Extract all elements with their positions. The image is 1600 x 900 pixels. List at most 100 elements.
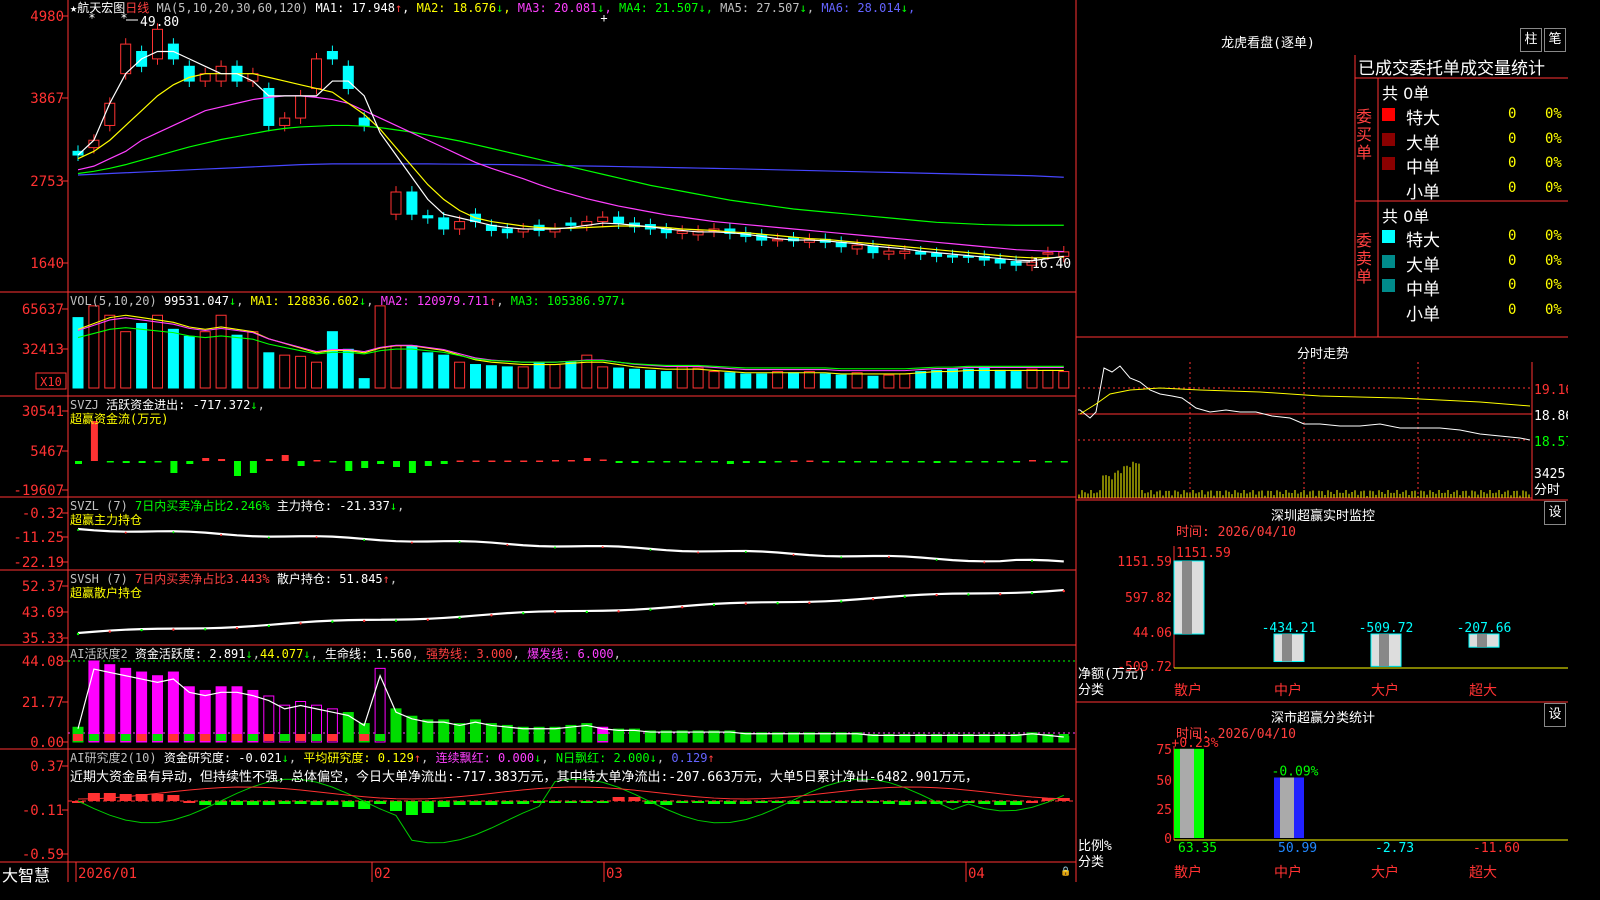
vol-ytick: 32413 (22, 342, 64, 358)
ai-research-bar (612, 797, 625, 801)
volume-bar (629, 368, 640, 389)
volume-bar (740, 373, 752, 389)
hold-dot (267, 536, 270, 539)
fundflow-bar (456, 460, 464, 462)
tick-mode-button[interactable]: 笔 (1544, 28, 1566, 52)
ai-research-bar (453, 801, 466, 805)
monitor-value-label: -509.72 (1359, 621, 1414, 636)
hold-dot (840, 556, 843, 559)
retail-dot (903, 595, 906, 598)
candle-body (295, 95, 307, 119)
volume-bar (1058, 371, 1070, 389)
fundflow-bar (329, 461, 337, 463)
candle-body (501, 228, 513, 234)
ai-research-bar (469, 801, 482, 805)
candle-body (263, 87, 275, 126)
sell-side-label: 委卖单 (1356, 231, 1373, 286)
monitor-bar-shade (1282, 634, 1292, 662)
ai-base-bar (693, 734, 704, 741)
ai-base-bar (597, 734, 608, 741)
fundflow-bar (695, 461, 703, 463)
stock-name[interactable]: 航天宏图 (77, 1, 125, 15)
ai-research-bar (262, 801, 275, 805)
ai-base-bar (836, 734, 847, 741)
ai-active-title: AI活跃度2 (70, 647, 128, 661)
buy-color-swatch (1382, 132, 1395, 146)
retail-dot (712, 603, 716, 607)
volume-bar (1010, 371, 1022, 389)
fundflow-bar (997, 461, 1005, 463)
classify-bar-shade (1180, 748, 1194, 838)
period-label[interactable]: 日线 (125, 1, 149, 15)
ai-active-bar (374, 667, 386, 743)
hold-dot (77, 529, 79, 531)
fundflow-bar (806, 460, 814, 462)
hold-dot (649, 548, 652, 551)
classify-settings-button[interactable]: 设 (1544, 703, 1566, 727)
fundflow-bar (965, 461, 973, 463)
fundflow-bar (186, 461, 194, 464)
retail-dot (172, 628, 175, 631)
volume-bar (533, 361, 545, 389)
volume-bar (835, 374, 847, 389)
sell-row-pct: 0% (1545, 252, 1562, 269)
ai-research-bar (437, 801, 450, 807)
retail-dot (1030, 591, 1034, 595)
volume-bar (517, 366, 529, 389)
volume-bar (311, 361, 322, 389)
ai-base-bar (1027, 734, 1037, 741)
volume-bar (803, 371, 815, 389)
svzl-header: SVZL (7) 7日内买卖净占比2.246% 主力持仓: -21.337↓, (70, 499, 405, 513)
retail-dot (999, 592, 1002, 596)
ai-base-bar (200, 734, 211, 741)
ai-strong-line: 强势线: 3.000 (426, 647, 513, 661)
volume-bar (867, 375, 879, 389)
ma-value-2: MA2: 18.676↓, (416, 1, 518, 15)
retail-dot (204, 628, 207, 631)
candle-body (326, 50, 338, 60)
ai-base-bar (375, 734, 386, 741)
volume-bar (358, 378, 370, 389)
buy-total: 共 0单 (1382, 84, 1430, 103)
fundflow-bar (599, 459, 607, 461)
classify-xlabel: 分类 (1078, 855, 1105, 870)
vol-title: VOL(5,10,20) (70, 294, 157, 308)
lock-icon: 🔒 (1060, 866, 1071, 877)
fundflow-bar (170, 461, 178, 473)
volume-bar (915, 371, 927, 389)
ma-value-6: MA6: 28.014↓, (821, 1, 916, 15)
ai-active-bar (215, 686, 227, 743)
fundflow-bar (1013, 461, 1021, 463)
hold-dot (697, 551, 700, 554)
kline-chart-area[interactable]: 4980 3867 2753 1640 65637 32413 30541 5467 -1960… (0, 0, 1568, 882)
volume-bar (438, 354, 450, 389)
volume-bar (152, 314, 163, 389)
xaxis-label: 03 (606, 866, 623, 882)
fundflow-bar (631, 461, 639, 463)
ma-value-1: MA1: 17.948↑, (315, 1, 417, 15)
monitor-category: 散户 (1174, 682, 1202, 699)
svsh-subtitle: 超赢散户持仓 (70, 586, 143, 600)
ai-research-bar (1010, 801, 1023, 805)
fundflow-bar (583, 458, 591, 461)
ai-base-bar (518, 734, 529, 741)
fundflow-bar (393, 461, 400, 467)
hold-dot (172, 531, 175, 534)
monitor-settings-button[interactable]: 设 (1544, 501, 1566, 525)
ai-active-bar (88, 660, 100, 743)
sell-color-swatch (1382, 279, 1395, 292)
volume-bar (470, 364, 481, 389)
bar-mode-button[interactable]: 柱 (1520, 28, 1542, 52)
volume-bar (962, 368, 974, 389)
classify-ytick: 75 (1156, 743, 1172, 758)
fundflow-bar (981, 461, 989, 463)
svzj-value: 活跃资金进出: -717.372 (106, 398, 251, 412)
ai-base-bar (629, 734, 640, 741)
candle-body (597, 216, 609, 223)
candle-body (851, 244, 863, 250)
ai-research-bar (199, 801, 212, 805)
vol-ma2: MA2: 120979.711 (380, 294, 490, 308)
svzj-ytick: -19607 (13, 483, 64, 499)
ai-base-bar (772, 734, 783, 741)
fundflow-bar (854, 461, 862, 463)
